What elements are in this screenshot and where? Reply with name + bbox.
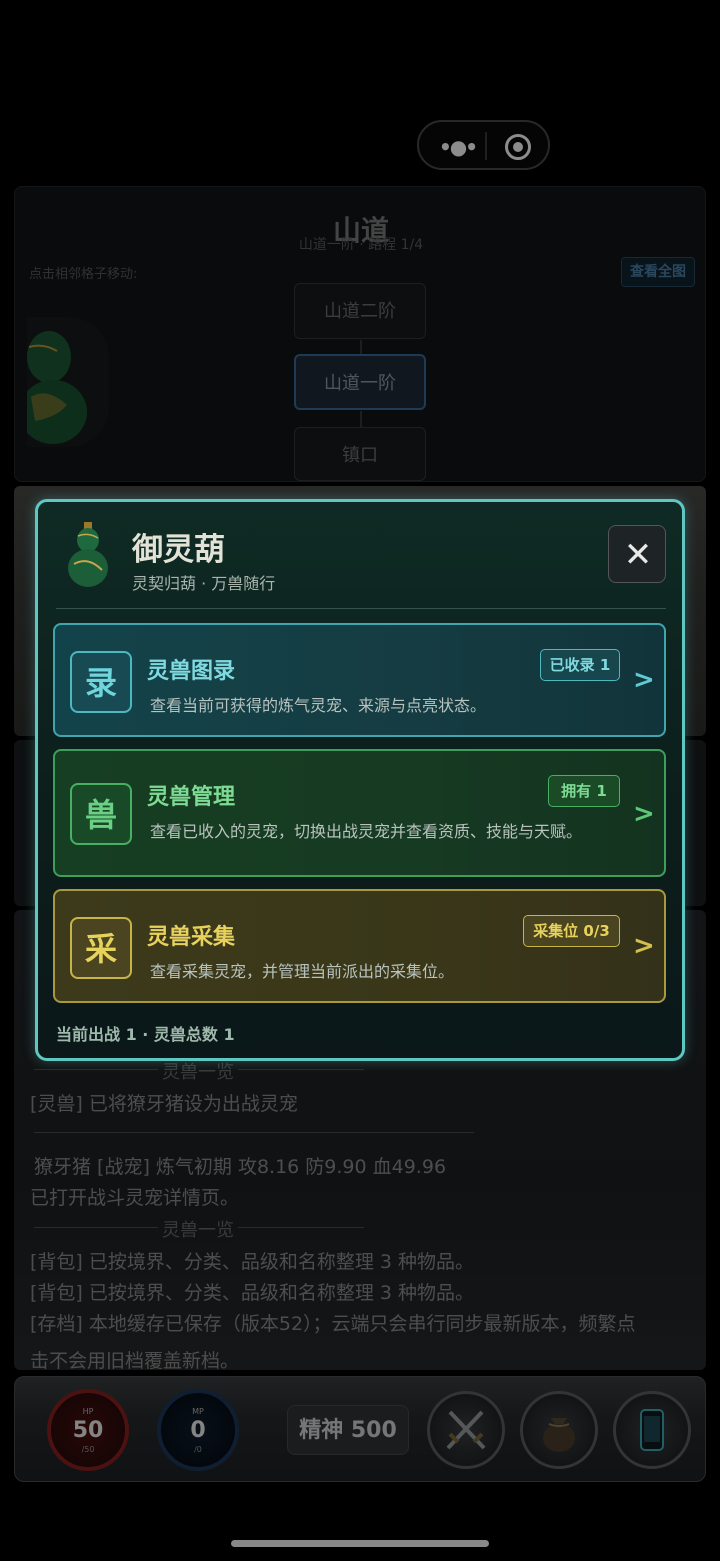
chevron-right-icon: > [633, 799, 655, 829]
spirit-beast-catalog-card[interactable]: 录 灵兽图录 已收录 1 查看当前可获得的炼气灵宠、来源与点亮状态。 > [53, 623, 666, 737]
modal-subtitle: 灵契归葫 · 万兽随行 [132, 574, 276, 593]
card-badge: 采集位 0/3 [523, 915, 620, 947]
card-description: 查看当前可获得的炼气灵宠、来源与点亮状态。 [150, 696, 487, 715]
modal-footer-stats: 当前出战 1 · 灵兽总数 1 [56, 1025, 235, 1044]
gourd-icon [66, 522, 110, 588]
catalog-glyph: 录 [70, 651, 132, 713]
modal-title: 御灵葫 [132, 532, 225, 568]
modal-divider [56, 608, 666, 609]
close-button[interactable]: ✕ [608, 525, 666, 583]
spirit-beast-management-card[interactable]: 兽 灵兽管理 拥有 1 查看已收入的灵宠，切换出战灵宠并查看资质、技能与天赋。 … [53, 749, 666, 877]
card-badge: 拥有 1 [548, 775, 620, 807]
spirit-beast-gathering-card[interactable]: 采 灵兽采集 采集位 0/3 查看采集灵宠，并管理当前派出的采集位。 > [53, 889, 666, 1003]
spirit-gourd-modal: 御灵葫 灵契归葫 · 万兽随行 ✕ 录 灵兽图录 已收录 1 查看当前可获得的炼… [35, 499, 685, 1061]
gathering-glyph: 采 [70, 917, 132, 979]
card-title: 灵兽采集 [147, 925, 236, 950]
chevron-right-icon: > [633, 931, 655, 961]
chevron-right-icon: > [633, 665, 655, 695]
card-badge: 已收录 1 [540, 649, 620, 681]
management-glyph: 兽 [70, 783, 132, 845]
card-description: 查看已收入的灵宠，切换出战灵宠并查看资质、技能与天赋。 [150, 822, 583, 841]
close-icon: ✕ [623, 535, 653, 575]
card-description: 查看采集灵宠，并管理当前派出的采集位。 [150, 962, 455, 981]
card-title: 灵兽管理 [147, 785, 236, 810]
home-indicator [231, 1540, 489, 1547]
card-title: 灵兽图录 [147, 659, 236, 684]
